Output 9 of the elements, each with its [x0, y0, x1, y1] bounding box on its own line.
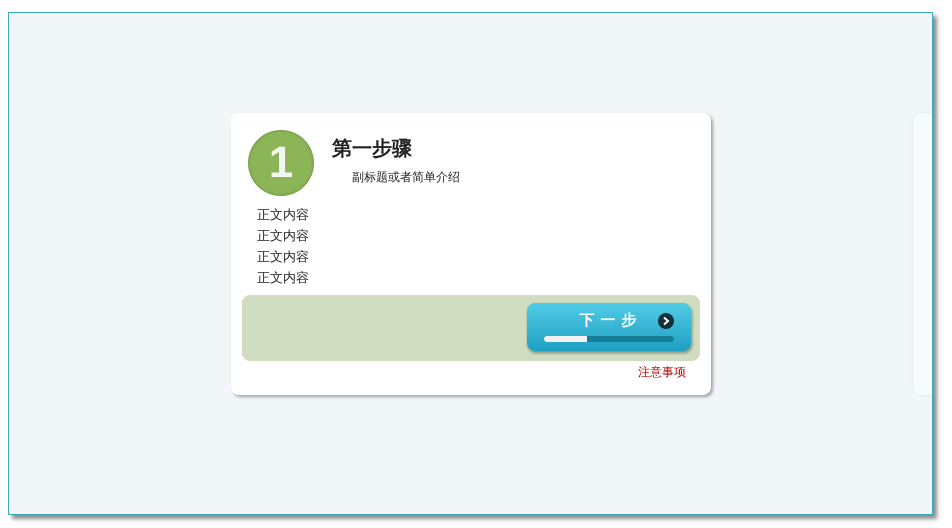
- body-text: 正文内容: [257, 248, 310, 266]
- body-text: 正文内容: [257, 227, 310, 245]
- step-number-badge: 1: [248, 130, 314, 196]
- step-title: 第一步骤: [332, 137, 413, 162]
- note-link[interactable]: 注意事项: [638, 364, 686, 380]
- body-text: 正文内容: [257, 206, 310, 224]
- body-text: 正文内容: [257, 269, 310, 287]
- step-subtitle: 副标题或者简单介绍: [352, 169, 460, 185]
- arrow-right-icon: [658, 313, 674, 329]
